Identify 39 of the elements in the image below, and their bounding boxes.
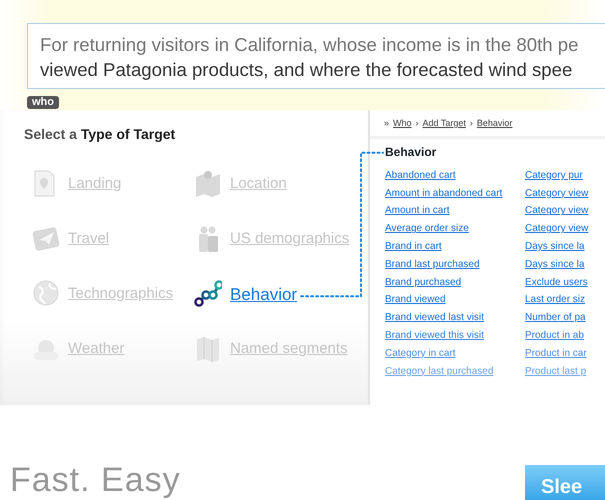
who-tag: who (27, 96, 59, 109)
attribute-link[interactable]: Abandoned cart (385, 166, 525, 185)
attribute-link[interactable]: Category view (525, 202, 605, 220)
attribute-link[interactable]: Category last purchased (385, 362, 525, 380)
breadcrumb-link[interactable]: Behavior (476, 117, 512, 130)
attribute-link[interactable]: Category view (525, 184, 605, 202)
attribute-link[interactable]: Days since la (525, 256, 605, 274)
attribute-link[interactable]: Amount in abandoned cart (385, 184, 525, 202)
attribute-link[interactable]: Product in ab (525, 327, 605, 345)
panel-title: Select a Type of Target (24, 126, 176, 143)
headline: Fast. Easy (10, 460, 181, 500)
attribute-link[interactable]: Days since la (525, 238, 605, 256)
attribute-link[interactable]: Category in cart (385, 344, 525, 363)
attribute-link[interactable]: Brand purchased (385, 274, 525, 292)
target-link[interactable]: Behavior (230, 282, 298, 308)
breadcrumb-separator-icon: › (470, 117, 473, 130)
attribute-link[interactable]: Brand last purchased (385, 256, 525, 274)
query-field[interactable]: For returning visitors in California, whose income is in the 80th pe viewed Patagonia products, and where the forecasted wind spee (27, 23, 605, 89)
attribute-link[interactable]: Brand viewed (385, 291, 525, 310)
attribute-link[interactable]: Brand viewed this visit (385, 327, 525, 345)
attribute-link[interactable]: Average order size (385, 220, 525, 238)
attribute-link[interactable]: Amount in cart (385, 202, 525, 220)
breadcrumb-link[interactable]: Who (393, 117, 412, 130)
attribute-link[interactable]: Brand in cart (385, 238, 525, 256)
breadcrumb-link[interactable]: Add Target (422, 117, 466, 130)
detail-title: Behavior (384, 144, 438, 160)
breadcrumb-marker-icon: » (384, 117, 390, 130)
folded-map-icon (194, 334, 222, 364)
attribute-link[interactable]: Product last p (525, 362, 605, 380)
breadcrumb-separator-icon: › (416, 117, 419, 130)
connected-nodes-icon (194, 279, 222, 310)
map-icon (194, 169, 222, 200)
attribute-link[interactable]: Last order siz (525, 291, 605, 310)
attribute-link[interactable]: Brand viewed last visit (385, 309, 525, 328)
attribute-link[interactable]: Product in car (525, 344, 605, 363)
attribute-link[interactable]: Number of pa (525, 309, 605, 328)
attribute-link[interactable]: Category view (525, 220, 605, 238)
attribute-link[interactable]: Exclude users (525, 274, 605, 292)
attribute-link[interactable]: Category pur (525, 166, 605, 185)
